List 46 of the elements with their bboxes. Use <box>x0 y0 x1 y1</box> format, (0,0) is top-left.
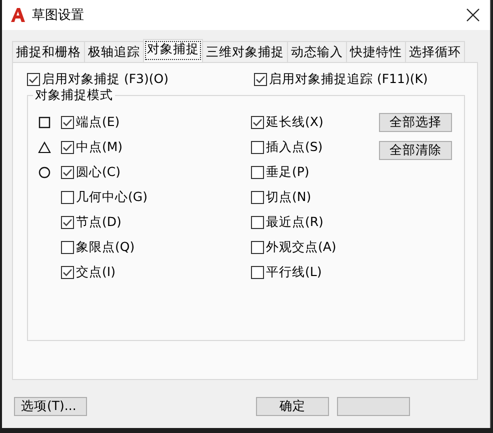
window-title: 草图设置 <box>32 7 85 24</box>
checkbox[interactable] <box>61 116 74 128</box>
checkbox[interactable] <box>61 190 74 204</box>
checkbox-label[interactable]: 垂足(P) <box>266 164 310 180</box>
circle-icon <box>38 166 51 178</box>
checkbox-label[interactable]: 外观交点(A) <box>266 238 336 256</box>
tab[interactable]: 选择循环 <box>405 41 465 62</box>
options-button[interactable]: 选项(T)... <box>14 397 87 416</box>
checkbox-label[interactable]: 切点(N) <box>266 188 312 206</box>
checkbox[interactable] <box>251 116 264 128</box>
tab[interactable]: 对象捕捉 <box>143 39 203 62</box>
group-title: 对象捕捉模式 <box>33 87 115 104</box>
checkbox-label[interactable]: 中点(M) <box>76 138 123 156</box>
checkbox-label[interactable]: 延长线(X) <box>266 114 324 130</box>
dialog-button[interactable]: 全部清除 <box>379 141 452 160</box>
checkbox-label[interactable]: 启用对象捕捉 (F3)(O) <box>42 70 168 88</box>
checkbox-label[interactable]: 象限点(Q) <box>76 238 135 256</box>
logo-icon <box>10 7 26 23</box>
checkbox-label[interactable]: 几何中心(G) <box>76 188 148 206</box>
checkbox-label[interactable]: 圆心(C) <box>76 164 120 180</box>
square-icon <box>38 116 51 128</box>
checkbox-label[interactable]: 端点(E) <box>76 114 120 130</box>
checkbox[interactable] <box>61 166 74 178</box>
checkbox[interactable] <box>251 166 264 178</box>
checkbox[interactable] <box>254 72 267 86</box>
checkbox-label[interactable]: 启用对象捕捉追踪 (F11)(K) <box>269 70 428 88</box>
checkbox[interactable] <box>251 216 264 228</box>
checkbox-label[interactable]: 最近点(R) <box>266 214 324 230</box>
checkbox-label[interactable]: 平行线(L) <box>266 264 322 280</box>
checkbox-label[interactable]: 插入点(S) <box>266 138 323 156</box>
checkbox[interactable] <box>251 190 264 204</box>
checkbox[interactable] <box>251 140 264 154</box>
dialog-button[interactable]: 全部选择 <box>379 113 452 132</box>
close-icon[interactable] <box>466 8 480 22</box>
checkbox[interactable] <box>251 240 264 254</box>
checkbox[interactable] <box>61 140 74 154</box>
checkbox[interactable] <box>27 72 40 86</box>
checkbox[interactable] <box>61 266 74 278</box>
ok-button[interactable]: 确定 <box>256 397 329 416</box>
checkbox[interactable] <box>61 240 74 254</box>
checkbox[interactable] <box>251 266 264 278</box>
checkbox[interactable] <box>61 216 74 228</box>
checkbox-label[interactable]: 交点(I) <box>76 264 116 280</box>
triangle-icon <box>38 140 51 154</box>
tab[interactable]: 捕捉和栅格 <box>12 41 85 62</box>
checkbox-label[interactable]: 节点(D) <box>76 214 122 230</box>
